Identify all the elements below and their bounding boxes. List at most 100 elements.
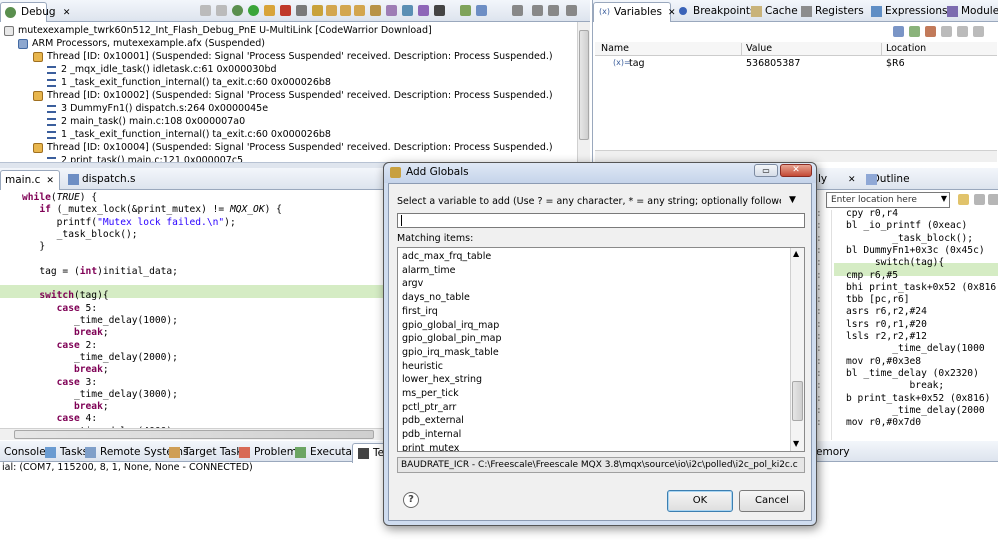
terminate-icon[interactable] bbox=[280, 5, 291, 16]
tab-tasks[interactable]: Tasks bbox=[40, 443, 88, 463]
resume-icon[interactable] bbox=[248, 5, 259, 16]
editor-hscroll[interactable] bbox=[0, 428, 388, 440]
tab-variables[interactable]: (x) Variables ✕ bbox=[593, 2, 676, 22]
pin-icon[interactable] bbox=[476, 5, 487, 16]
step-into-icon[interactable] bbox=[326, 5, 337, 16]
view-menu-icon[interactable] bbox=[974, 194, 985, 205]
scroll-thumb[interactable] bbox=[792, 381, 803, 421]
minimize-button[interactable]: ▭ bbox=[754, 164, 778, 177]
connect-icon[interactable] bbox=[402, 5, 413, 16]
tab-dispatch-s[interactable]: dispatch.s bbox=[62, 170, 136, 190]
dropdown-arrow-icon[interactable]: ▼ bbox=[941, 194, 947, 203]
tab-disassembly[interactable]: ly bbox=[816, 170, 838, 190]
tab-debug[interactable]: Debug ✕ bbox=[0, 2, 70, 22]
ok-button[interactable]: OK bbox=[667, 490, 733, 512]
thread-item[interactable]: Thread [ID: 0x10004] (Suspended: Signal … bbox=[33, 141, 553, 154]
drop-to-frame-icon[interactable] bbox=[370, 5, 381, 16]
process-item[interactable]: ARM Processors, mutexexample.afx (Suspen… bbox=[18, 37, 265, 50]
collapse-icon[interactable] bbox=[512, 5, 523, 16]
launch-item[interactable]: mutexexample_twrk60n512_Int_Flash_Debug_… bbox=[4, 24, 432, 37]
type-names-icon[interactable] bbox=[893, 26, 904, 37]
matching-item[interactable]: pctl_ptr_arr bbox=[402, 401, 456, 414]
scroll-thumb[interactable] bbox=[14, 430, 374, 439]
location-input[interactable]: Enter location here ▼ bbox=[826, 192, 950, 208]
scroll-down-icon[interactable]: ▼ bbox=[793, 439, 799, 448]
matching-item[interactable]: argv bbox=[402, 277, 423, 290]
matching-list[interactable]: adc_max_frq_table alarm_time argv days_no_t… bbox=[397, 247, 805, 452]
variable-row[interactable]: (x)= tag 536805387 $R6 bbox=[595, 57, 997, 71]
matching-item[interactable]: gpio_global_irq_map bbox=[402, 319, 499, 332]
multicore-icon[interactable] bbox=[418, 5, 429, 16]
step-over-icon[interactable] bbox=[340, 5, 351, 16]
matching-item[interactable]: alarm_time bbox=[402, 264, 456, 277]
restart-icon[interactable] bbox=[232, 5, 243, 16]
tab-remote-systems[interactable]: Remote Systems bbox=[80, 443, 188, 463]
matching-item[interactable]: gpio_global_pin_map bbox=[402, 332, 502, 345]
col-value[interactable]: Value bbox=[741, 43, 772, 56]
matching-item[interactable]: ms_per_tick bbox=[402, 387, 459, 400]
more-icon[interactable] bbox=[988, 194, 998, 205]
matching-item[interactable]: heuristic bbox=[402, 360, 443, 373]
tab-breakpoints[interactable]: Breakpoints bbox=[673, 2, 756, 22]
help-button[interactable]: ? bbox=[403, 492, 419, 508]
list-scrollbar[interactable]: ▲ ▼ bbox=[790, 248, 804, 451]
stack-frame[interactable]: 1 _task_exit_function_internal() ta_exit… bbox=[47, 76, 331, 89]
close-icon[interactable]: ✕ bbox=[848, 175, 856, 185]
remove-all-icon[interactable] bbox=[216, 5, 227, 16]
variables-hscroll[interactable] bbox=[595, 150, 997, 162]
stack-frame[interactable]: 3 DummyFn1() dispatch.s:264 0x0000045e bbox=[47, 102, 268, 115]
minimize-icon[interactable] bbox=[548, 5, 559, 16]
debug-scrollbar[interactable] bbox=[577, 22, 590, 162]
matching-item[interactable]: lower_hex_string bbox=[402, 373, 482, 386]
tab-registers[interactable]: Registers bbox=[795, 2, 865, 22]
stack-frame[interactable]: 2 _mqx_idle_task() idletask.c:61 0x00003… bbox=[47, 63, 277, 76]
scroll-thumb[interactable] bbox=[579, 30, 589, 140]
collapse-all-icon[interactable] bbox=[941, 26, 952, 37]
close-icon[interactable]: ✕ bbox=[63, 8, 71, 18]
stack-frame[interactable]: 1 _task_exit_function_internal() ta_exit… bbox=[47, 128, 331, 141]
matching-item[interactable]: days_no_table bbox=[402, 291, 470, 304]
matching-item[interactable]: print_mutex bbox=[402, 442, 459, 451]
dropdown-arrow-icon[interactable]: ▼ bbox=[789, 195, 796, 205]
thread-item[interactable]: Thread [ID: 0x10002] (Suspended: Signal … bbox=[33, 89, 553, 102]
tab-problems[interactable]: Problems bbox=[234, 443, 302, 463]
matching-item[interactable]: pdb_internal bbox=[402, 428, 461, 441]
reset-icon[interactable] bbox=[312, 5, 323, 16]
var-value[interactable]: 536805387 bbox=[746, 58, 800, 69]
matching-item[interactable]: pdb_external bbox=[402, 414, 464, 427]
disconnect-icon[interactable] bbox=[296, 5, 307, 16]
view-menu-icon[interactable] bbox=[532, 5, 543, 16]
minimize-icon[interactable] bbox=[973, 26, 984, 37]
tab-outline[interactable]: ✕ Outline bbox=[840, 170, 910, 190]
matching-item[interactable]: first_irq bbox=[402, 305, 438, 318]
cancel-button[interactable]: Cancel bbox=[739, 490, 805, 512]
close-icon[interactable]: ✕ bbox=[46, 176, 54, 186]
step-return-icon[interactable] bbox=[354, 5, 365, 16]
tab-executables[interactable]: Executables bbox=[290, 443, 373, 463]
view-menu-icon[interactable] bbox=[957, 26, 968, 37]
tab-main-c[interactable]: main.c ✕ bbox=[0, 170, 60, 190]
suspend-icon[interactable] bbox=[264, 5, 275, 16]
tab-console[interactable]: Console bbox=[0, 443, 46, 463]
col-name[interactable]: Name bbox=[601, 43, 629, 54]
tab-cache[interactable]: Cache bbox=[745, 2, 798, 22]
matching-item[interactable]: gpio_irq_mask_table bbox=[402, 346, 499, 359]
remove-terminated-icon[interactable] bbox=[200, 5, 211, 16]
thread-item[interactable]: Thread [ID: 0x10001] (Suspended: Signal … bbox=[33, 50, 553, 63]
tab-modules[interactable]: Modules bbox=[941, 2, 998, 22]
code-editor[interactable]: while(TRUE) { if (_mutex_lock(&print_mut… bbox=[0, 190, 388, 428]
more-icon[interactable] bbox=[434, 5, 445, 16]
stack-frame[interactable]: 2 main_task() main.c:108 0x000007a0 bbox=[47, 115, 245, 128]
remove-global-icon[interactable] bbox=[925, 26, 936, 37]
col-location[interactable]: Location bbox=[881, 43, 926, 56]
instruction-step-icon[interactable] bbox=[386, 5, 397, 16]
sync-icon[interactable] bbox=[958, 194, 969, 205]
filter-input[interactable] bbox=[397, 213, 805, 228]
maximize-icon[interactable] bbox=[566, 5, 577, 16]
matching-item[interactable]: adc_max_frq_table bbox=[402, 250, 491, 263]
add-global-icon[interactable] bbox=[909, 26, 920, 37]
tab-target-tasks[interactable]: Target Tasks bbox=[164, 443, 248, 463]
scroll-up-icon[interactable]: ▲ bbox=[793, 249, 799, 258]
close-button[interactable]: ✕ bbox=[780, 164, 812, 177]
build-icon[interactable] bbox=[460, 5, 471, 16]
